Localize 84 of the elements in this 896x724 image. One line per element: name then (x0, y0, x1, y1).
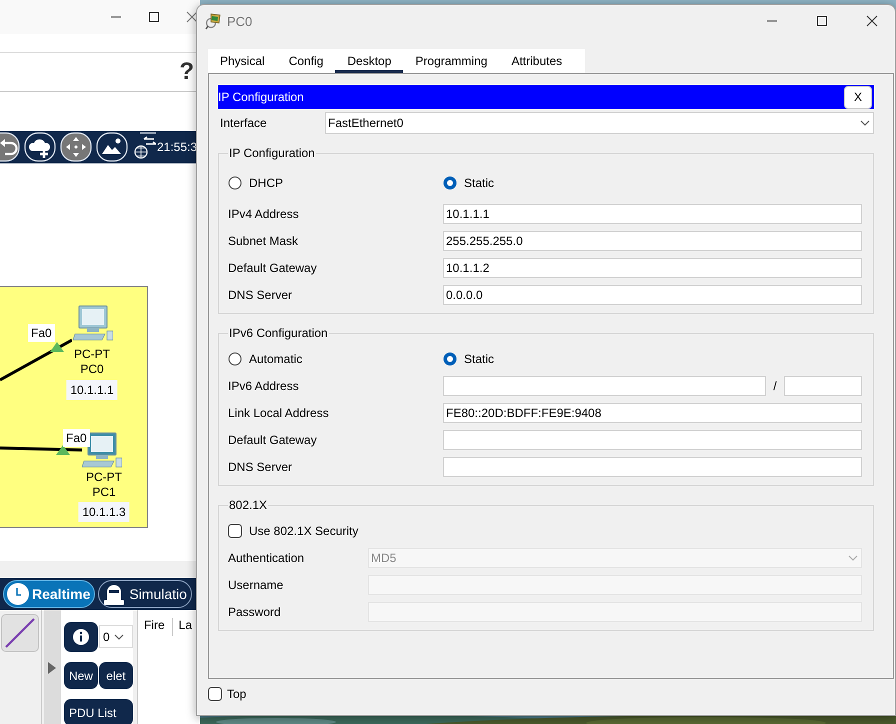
radio-option[interactable]: Static (443, 176, 658, 190)
checkbox[interactable] (228, 524, 242, 538)
tab[interactable]: Programming (403, 49, 500, 73)
tab[interactable]: Config (276, 49, 336, 73)
radio-button[interactable] (228, 176, 242, 190)
picture-icon[interactable] (96, 132, 128, 162)
address-field[interactable] (443, 376, 766, 396)
maximize-icon[interactable] (816, 15, 828, 27)
chevron-icon (112, 632, 125, 642)
radio-button[interactable] (443, 176, 457, 190)
prefix-field[interactable] (784, 376, 862, 396)
radio-option[interactable]: DHCP (228, 176, 443, 190)
clock-time: 21:55:3 (157, 140, 198, 154)
link-light-icon (56, 445, 70, 455)
pdu-button[interactable]: New (64, 662, 98, 689)
device-name: PC1 (92, 485, 116, 499)
input-field[interactable] (443, 430, 862, 450)
input-field[interactable]: 10.1.1.2 (443, 258, 862, 278)
app-icon (205, 12, 223, 30)
field-label: IPv6 Address (228, 378, 300, 392)
link-light-icon (50, 342, 64, 352)
radio-button[interactable] (443, 352, 457, 366)
close-icon[interactable] (866, 15, 878, 27)
input-field[interactable]: 0.0.0.0 (443, 284, 862, 304)
expand-arrow-icon[interactable] (48, 662, 56, 674)
move-icon[interactable] (60, 132, 92, 162)
field-label: Authentication (228, 550, 306, 564)
chevron-icon (847, 552, 859, 562)
chevron-icon (859, 118, 871, 128)
panel-title: IP Configuration (218, 90, 304, 104)
checkbox[interactable] (208, 687, 222, 701)
checkbox-option[interactable]: Use 802.1X Security (228, 524, 358, 538)
interface-dropdown[interactable]: FastEthernet0 (325, 112, 874, 134)
field-label: DNS Server (228, 460, 294, 474)
pdu-button[interactable]: elet (98, 662, 133, 689)
info-icon (72, 628, 90, 646)
port-label: Fa0 (63, 429, 90, 447)
pdu-button[interactable]: PDU List (64, 699, 133, 724)
input-field[interactable]: FE80::20D:BDFF:FE9E:9408 (443, 402, 862, 422)
close-button[interactable]: X (844, 86, 872, 108)
column-header: Fire (138, 618, 173, 636)
window-title: PC0 (227, 14, 254, 28)
connection-tool-button[interactable] (1, 614, 40, 652)
input-field[interactable]: 10.1.1.1 (443, 204, 862, 224)
tab[interactable]: Attributes (499, 49, 574, 73)
field-label: Default Gateway (228, 432, 318, 446)
input-field[interactable] (443, 456, 862, 476)
port-label: Fa0 (28, 324, 55, 342)
field-label: Subnet Mask (228, 234, 300, 248)
radio-option[interactable]: Automatic (228, 352, 443, 366)
prefix-separator: / (772, 378, 778, 392)
cloud-add-icon[interactable] (24, 132, 56, 162)
field-label: Username (228, 578, 284, 592)
tab[interactable]: Desktop (335, 49, 404, 73)
clock-icon (6, 582, 30, 606)
field-label: Link Local Address (228, 406, 330, 420)
ip-label: 10.1.1.1 (66, 380, 118, 400)
device-model: PC-PT (74, 347, 110, 361)
help-icon[interactable]: ? (179, 58, 194, 86)
info-button[interactable] (64, 622, 98, 652)
cable (0, 338, 72, 382)
undo-icon[interactable] (0, 132, 20, 162)
mode-button[interactable]: Realtime (3, 580, 96, 608)
ip-label: 10.1.1.3 (78, 502, 130, 522)
radio-button[interactable] (228, 352, 242, 366)
checkbox-option[interactable]: Top (208, 687, 246, 701)
field-label: DNS Server (228, 288, 294, 302)
maximize-icon (148, 11, 160, 23)
close-icon (186, 11, 196, 23)
pc-icon[interactable] (73, 305, 113, 342)
radio-option[interactable]: Static (443, 352, 658, 366)
group-title: 802.1X (228, 498, 268, 512)
field-label: Interface (220, 116, 268, 130)
input-field[interactable]: 255.255.255.0 (443, 230, 862, 250)
field-label: IPv4 Address (228, 206, 300, 220)
scenario-dropdown[interactable]: 0 (98, 625, 133, 648)
group-title: IP Configuration (228, 146, 316, 160)
field-label: Default Gateway (228, 260, 318, 274)
tab[interactable]: Physical (208, 49, 277, 73)
device-name: PC0 (80, 362, 104, 376)
device-model: PC-PT (86, 470, 122, 484)
mode-button[interactable]: Simulatio (98, 580, 192, 608)
field-label: Password (228, 604, 282, 618)
group-title: IPv6 Configuration (228, 326, 329, 340)
